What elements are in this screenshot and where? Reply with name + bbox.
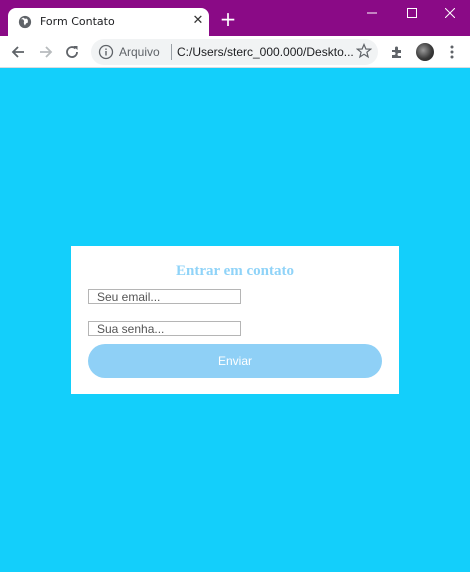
extensions-icon[interactable] (389, 44, 405, 60)
back-arrow-icon[interactable] (10, 44, 26, 60)
bookmark-star-icon[interactable] (356, 43, 372, 59)
tab-title: Form Contato (40, 15, 115, 28)
profile-avatar[interactable] (416, 43, 434, 61)
close-icon (445, 8, 455, 18)
minimize-button[interactable] (352, 0, 392, 26)
reload-icon[interactable] (64, 44, 80, 60)
scheme-label: Arquivo (119, 45, 160, 59)
address-bar[interactable]: Arquivo C:/Users/sterc_000.000/Deskto... (91, 39, 378, 65)
globe-icon (18, 15, 32, 29)
email-field[interactable] (88, 289, 241, 304)
form-title: Entrar em contato (175, 263, 295, 279)
address-separator (171, 44, 172, 60)
contact-form-card: Entrar em contato Enviar (71, 246, 399, 394)
title-bar: Form Contato ✕ + (0, 0, 470, 36)
forward-arrow-icon[interactable] (38, 44, 54, 60)
browser-toolbar: Arquivo C:/Users/sterc_000.000/Deskto... (0, 36, 470, 68)
browser-tab[interactable]: Form Contato ✕ (8, 8, 209, 36)
submit-button[interactable]: Enviar (88, 344, 382, 378)
info-icon[interactable] (98, 44, 114, 60)
maximize-button[interactable] (392, 0, 432, 26)
minimize-icon (367, 12, 377, 14)
tab-close-icon[interactable]: ✕ (191, 14, 205, 28)
address-url[interactable]: C:/Users/sterc_000.000/Deskto... (177, 45, 354, 59)
maximize-icon (407, 8, 417, 18)
menu-icon[interactable] (444, 44, 460, 60)
new-tab-button[interactable]: + (219, 9, 237, 29)
password-field[interactable] (88, 321, 241, 336)
close-window-button[interactable] (430, 0, 470, 26)
